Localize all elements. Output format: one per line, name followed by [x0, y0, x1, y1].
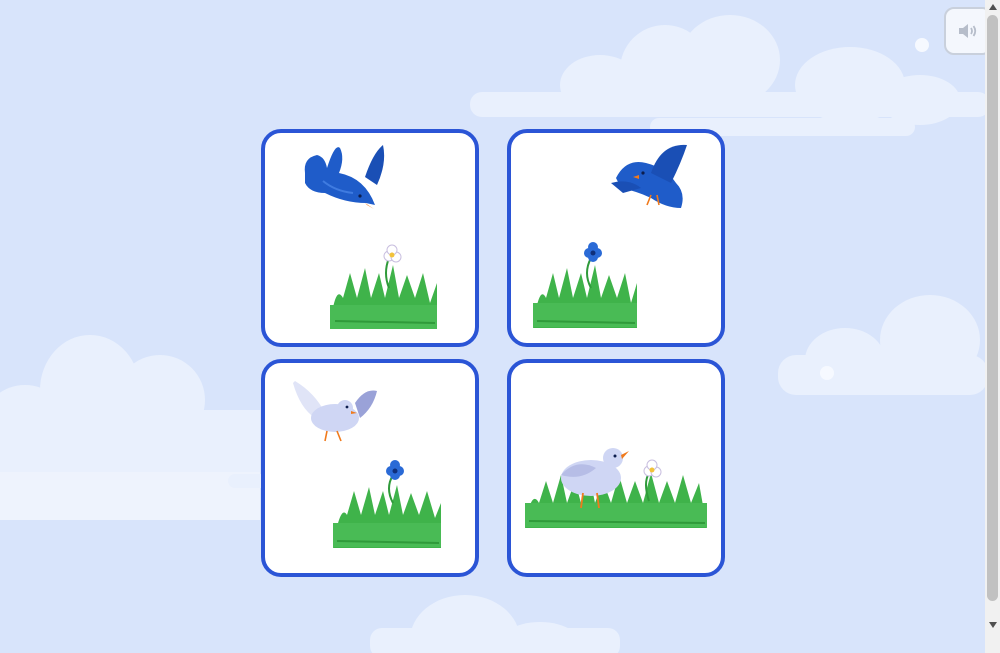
grass-icon	[533, 265, 637, 328]
vertical-scrollbar[interactable]	[985, 0, 1000, 653]
grass-icon	[330, 265, 437, 329]
picture-card-3[interactable]	[261, 359, 479, 577]
dove-icon	[293, 381, 377, 442]
picture-card-1[interactable]	[261, 129, 479, 347]
bluebird-icon	[304, 145, 385, 209]
speaker-icon	[959, 24, 977, 38]
picture-card-2[interactable]	[507, 129, 725, 347]
scroll-down-arrow-icon[interactable]	[985, 618, 1000, 632]
picture-card-4[interactable]	[507, 359, 725, 577]
scroll-up-arrow-icon[interactable]	[985, 0, 1000, 14]
grass-icon	[333, 485, 441, 548]
scrollbar-thumb[interactable]	[987, 15, 998, 601]
bluebird-icon	[611, 144, 687, 208]
sky-background	[0, 0, 1000, 653]
